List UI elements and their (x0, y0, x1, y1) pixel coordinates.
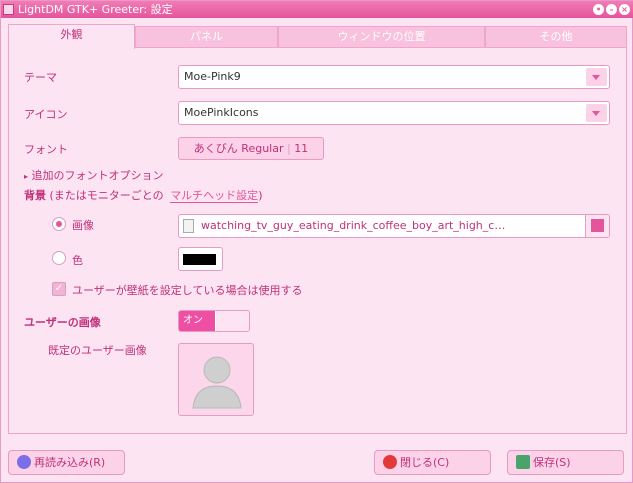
toggle-on-label: オン (179, 311, 215, 331)
open-file-icon (585, 215, 609, 237)
reload-icon (17, 455, 31, 469)
close-icon[interactable]: × (619, 4, 630, 15)
chevron-down-icon (586, 68, 607, 86)
color-button[interactable] (178, 247, 223, 271)
user-wallpaper-label: ユーザーが壁紙を設定している場合は使用する (72, 284, 303, 297)
font-options-expander[interactable]: ▸ 追加のフォントオプション (24, 167, 164, 183)
user-avatar-icon (192, 356, 242, 409)
background-note-suffix: ) (258, 189, 263, 202)
theme-label: テーマ (24, 71, 57, 84)
font-value: あくびん Regular (193, 142, 284, 155)
user-wallpaper-checkbox[interactable]: ✓ (52, 282, 66, 296)
image-radio[interactable] (52, 217, 66, 231)
theme-value: Moe-Pink9 (184, 70, 241, 83)
tab-appearance[interactable]: 外観 (8, 24, 135, 49)
close-button[interactable]: 閉じる(C) (374, 450, 491, 475)
color-radio-label: 色 (72, 254, 83, 267)
tab-other[interactable]: その他 (485, 26, 627, 48)
user-image-label: ユーザーの画像 (24, 316, 101, 329)
color-swatch (183, 254, 216, 265)
settings-window: LightDM GTK+ Greeter: 設定 • – × 外観 パネル ウィ… (0, 0, 633, 483)
minimize-icon[interactable]: – (606, 4, 617, 15)
tab-panel[interactable]: パネル (135, 26, 278, 48)
background-file-chooser[interactable]: watching_tv_guy_eating_drink_coffee_boy_… (178, 214, 610, 238)
background-note-prefix: (またはモニターごとの (49, 189, 164, 202)
save-icon (516, 455, 530, 469)
file-icon (183, 219, 194, 233)
app-icon (3, 4, 14, 15)
reload-button[interactable]: 再読み込み(R) (8, 450, 125, 475)
background-file-name: watching_tv_guy_eating_drink_coffee_boy_… (201, 219, 506, 232)
appearance-panel: テーマ Moe-Pink9 アイコン MoePinkIcons フォント あくび… (8, 47, 627, 434)
window-title: LightDM GTK+ Greeter: 設定 (18, 3, 173, 16)
default-user-image-button[interactable] (178, 343, 254, 416)
default-user-image-label: 既定のユーザー画像 (48, 344, 147, 357)
tab-window-position[interactable]: ウィンドウの位置 (278, 26, 485, 48)
icon-combo[interactable]: MoePinkIcons (178, 101, 610, 125)
save-button[interactable]: 保存(S) (507, 450, 624, 475)
theme-combo[interactable]: Moe-Pink9 (178, 65, 610, 89)
multihead-link[interactable]: マルチヘッド設定 (170, 189, 259, 203)
image-radio-label: 画像 (72, 219, 94, 232)
color-radio[interactable] (52, 251, 66, 265)
background-heading: 背景 (またはモニターごとの マルチヘッド設定) (24, 187, 262, 203)
expander-arrow-icon: ▸ (24, 172, 29, 181)
pin-icon[interactable]: • (593, 4, 604, 15)
title-bar: LightDM GTK+ Greeter: 設定 • – × (1, 1, 633, 18)
tab-bar: 外観 パネル ウィンドウの位置 その他 (8, 24, 627, 49)
font-options-label: 追加のフォントオプション (31, 169, 164, 182)
toggle-knob (216, 311, 249, 331)
font-size-value: 11 (294, 142, 309, 155)
font-label: フォント (24, 143, 68, 156)
user-image-toggle[interactable]: オン (178, 310, 250, 332)
icon-value: MoePinkIcons (184, 106, 259, 119)
background-label: 背景 (24, 189, 46, 202)
font-button[interactable]: あくびん Regular | 11 (178, 137, 324, 160)
chevron-down-icon (586, 104, 607, 122)
close-icon (383, 455, 397, 469)
icon-label: アイコン (24, 108, 68, 121)
